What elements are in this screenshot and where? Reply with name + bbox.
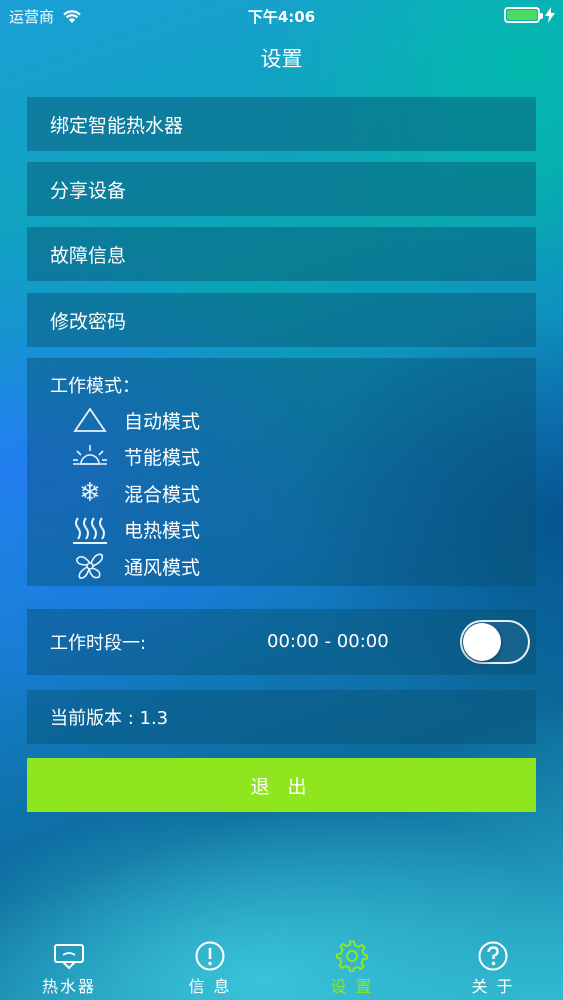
tab-water-heater[interactable]: 热水器 (19, 934, 119, 1000)
triangle-icon (72, 405, 108, 435)
fan-icon (72, 551, 108, 581)
mode-item-electric: 电热模式 (50, 512, 536, 549)
fault-info-row[interactable]: 故障信息 (27, 227, 536, 281)
sun-icon (72, 442, 108, 472)
tab-label: 关 于 (471, 977, 515, 996)
version-label: 当前版本 : 1.3 (50, 708, 169, 729)
gear-icon (336, 940, 368, 972)
tab-info[interactable]: 信 息 (160, 934, 260, 1000)
mode-label: 自动模式 (124, 410, 201, 433)
tab-label: 信 息 (188, 977, 232, 996)
change-password-label: 修改密码 (50, 310, 127, 333)
snowflake-icon: ❄ (79, 478, 101, 509)
battery-icon (504, 7, 543, 23)
share-device-label: 分享设备 (50, 179, 127, 202)
status-bar: 运营商 下午4:06 (0, 0, 563, 30)
mode-label: 通风模式 (124, 556, 201, 579)
tab-settings[interactable]: 设 置 (302, 934, 402, 1000)
work-modes-title: 工作模式： (50, 376, 140, 397)
page-title: 设置 (260, 47, 303, 71)
tab-label: 设 置 (330, 977, 374, 996)
tab-bar: 热水器 信 息 设 置 关 于 (0, 934, 563, 1000)
help-icon (477, 940, 509, 972)
work-period-toggle[interactable] (460, 620, 530, 664)
version-row: 当前版本 : 1.3 (27, 690, 536, 744)
mode-label: 节能模式 (124, 447, 201, 470)
tab-about[interactable]: 关 于 (443, 934, 543, 1000)
bind-heater-label: 绑定智能热水器 (50, 114, 184, 137)
work-period-time[interactable]: 00:00 - 00:00 (267, 631, 389, 652)
change-password-row[interactable]: 修改密码 (27, 293, 536, 347)
work-period-row: 工作时段一: 00:00 - 00:00 (27, 609, 536, 675)
status-right (504, 7, 555, 23)
heat-waves-icon (72, 515, 108, 545)
charging-bolt-icon (545, 7, 555, 23)
water-heater-icon (53, 940, 85, 972)
info-icon (194, 940, 226, 972)
work-period-label: 工作时段一: (50, 633, 147, 654)
status-time: 下午4:06 (247, 8, 316, 26)
bind-heater-row[interactable]: 绑定智能热水器 (27, 97, 536, 151)
mode-item-eco: 节能模式 (50, 439, 536, 476)
mode-label: 混合模式 (124, 483, 201, 506)
mode-label: 电热模式 (124, 520, 201, 543)
work-modes-panel: 工作模式： 自动模式 节能模式 ❄ 混合模式 电热模式 通风模式 (27, 358, 536, 586)
mode-item-hybrid: ❄ 混合模式 (50, 475, 536, 512)
logout-button[interactable]: 退 出 (27, 758, 536, 812)
fault-info-label: 故障信息 (50, 244, 127, 267)
tab-label: 热水器 (41, 977, 96, 996)
mode-item-ventilation: 通风模式 (50, 548, 536, 585)
mode-item-auto: 自动模式 (50, 402, 536, 439)
toggle-knob (463, 623, 501, 661)
share-device-row[interactable]: 分享设备 (27, 162, 536, 216)
